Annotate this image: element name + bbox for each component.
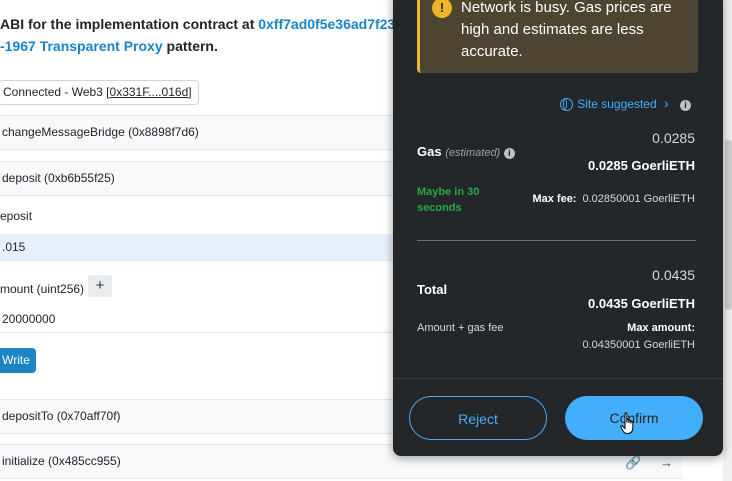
write-button[interactable]: Write [0, 348, 36, 373]
max-amount-label: Max amount: [627, 322, 695, 334]
max-fee-label: Max fee: [532, 193, 577, 205]
gas-label: Gas (estimated) i [417, 144, 515, 159]
function-label: changeMessageBridge (0x8898f7d6) [2, 125, 199, 139]
reject-button[interactable]: Reject [409, 396, 547, 440]
amount-input[interactable]: 20000000 [0, 306, 422, 333]
site-suggested-link[interactable]: Site suggested › i [560, 95, 691, 111]
amount-plus-gas-label: Amount + gas fee [417, 322, 504, 334]
chevron-right-icon: › [663, 95, 669, 111]
title-line2-rest: pattern. [162, 38, 218, 54]
web3-connection-badge[interactable]: Connected - Web3 [0x331F....016d] [0, 80, 199, 105]
total-label: Total [417, 282, 448, 297]
section-divider [417, 240, 696, 241]
total-fiat-value: 0.0435 [652, 267, 695, 283]
network-busy-warning: ! Network is busy. Gas prices are high a… [417, 0, 698, 73]
function-label: initialize (0x485cc955) [2, 454, 121, 468]
amount-value: 20000000 [2, 312, 56, 326]
max-fee: Max fee: 0.02850001 GoerliETH [532, 193, 695, 205]
link-icon[interactable]: 🔗 [625, 455, 641, 471]
info-icon[interactable]: i [503, 148, 515, 159]
max-amount: Max amount: 0.04350001 GoerliETH [582, 320, 695, 354]
gas-estimated-text: (estimated) [445, 147, 501, 159]
connection-label: Connected - Web3 [ [3, 85, 110, 99]
metamask-confirm-popup: ! Network is busy. Gas prices are high a… [393, 0, 723, 456]
title-line1-text: ABI for the implementation contract at [0, 16, 259, 32]
contract-address-link[interactable]: 0xff7ad0f5e36ad7f23 [258, 16, 395, 32]
footer-divider [393, 378, 723, 379]
function-row-change-message-bridge[interactable]: changeMessageBridge (0x8898f7d6) [0, 115, 432, 150]
function-label: deposit (0xb6b55f25) [2, 171, 115, 185]
page-title: ABI for the implementation contract at 0… [0, 13, 395, 57]
proxy-pattern-link[interactable]: -1967 Transparent Proxy [0, 38, 163, 54]
gas-label-text: Gas [417, 144, 442, 159]
warning-icon: ! [432, 0, 452, 18]
arrow-right-icon[interactable]: → [660, 455, 673, 470]
gas-timing-estimate: Maybe in 30 seconds [417, 186, 480, 214]
page-scrollbar-thumb[interactable] [725, 140, 732, 310]
gas-fiat-value: 0.0285 [652, 130, 695, 146]
site-suggested-label: Site suggested [577, 97, 657, 111]
payable-label: eposit [0, 209, 33, 223]
max-fee-value: 0.02850001 GoerliETH [582, 193, 695, 205]
add-param-button[interactable]: + [88, 275, 112, 297]
function-row-deposit-to[interactable]: depositTo (0x70aff70f) [0, 399, 432, 434]
hand-cursor-icon [620, 412, 634, 434]
function-label: depositTo (0x70aff70f) [2, 409, 121, 423]
globe-icon [560, 97, 574, 111]
total-eth-value: 0.0435 GoerliETH [588, 296, 695, 311]
connection-close: ] [188, 85, 192, 99]
payable-amount-value: .015 [2, 240, 26, 254]
amount-param-label: mount (uint256) [0, 282, 85, 296]
gas-eth-value: 0.0285 GoerliETH [588, 158, 695, 173]
function-row-deposit[interactable]: deposit (0xb6b55f25) [0, 161, 432, 196]
max-amount-value: 0.04350001 GoerliETH [582, 339, 695, 351]
warning-text: Network is busy. Gas prices are high and… [461, 0, 672, 60]
etherscan-page: ABI for the implementation contract at 0… [0, 0, 732, 481]
info-icon[interactable]: i [680, 100, 691, 111]
connected-address[interactable]: 0x331F....016d [110, 85, 189, 99]
payable-amount-input[interactable]: .015 [0, 234, 422, 261]
